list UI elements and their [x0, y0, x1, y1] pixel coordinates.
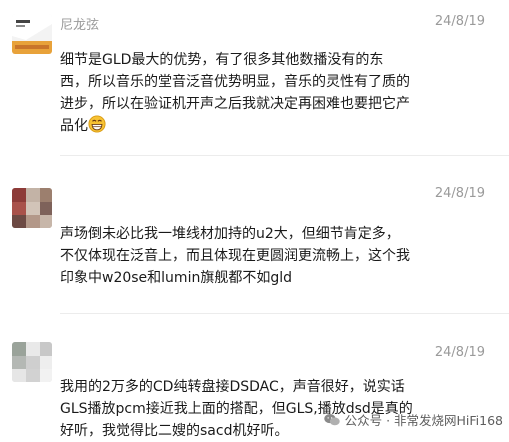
comment-date: 24/8/19: [434, 345, 485, 360]
divider: [60, 313, 509, 314]
comment-line: 进步，所以在验证机开声之后我就决定再困难也要把它产: [60, 96, 410, 112]
comment-date: 24/8/19: [434, 186, 485, 201]
comment-text: 细节是GLD最大的优势，有了很多其他数播没有的东 西，所以音乐的堂音泛音优势明显…: [60, 49, 430, 137]
comment-item: 尼龙弦 24/8/19 细节是GLD最大的优势，有了很多其他数播没有的东 西，所…: [0, 0, 509, 150]
avatar[interactable]: [12, 14, 52, 54]
comment-text: 声场倒未必比我一堆线材加持的u2大，但细节肯定多， 不仅体现在泛音上，而且体现在…: [60, 223, 430, 289]
comment-date: 24/8/19: [434, 14, 485, 29]
divider: [60, 155, 509, 156]
avatar[interactable]: [12, 188, 52, 228]
comment-line: 西，所以音乐的堂音泛音优势明显，音乐的灵性有了质的: [60, 74, 410, 90]
comment-line: 声场倒未必比我一堆线材加持的u2大，但细节肯定多，: [60, 226, 400, 242]
comment-text: 我用的2万多的CD纯转盘接DSDAC，声音很好，说实话 GLS播放pcm接近我上…: [60, 376, 430, 442]
comment-item: 24/8/19 声场倒未必比我一堆线材加持的u2大，但细节肯定多， 不仅体现在泛…: [0, 170, 509, 300]
comment-line: 品化: [60, 115, 430, 137]
commenter-name[interactable]: 尼龙弦: [60, 14, 99, 33]
comment-line: 我用的2万多的CD纯转盘接DSDAC，声音很好，说实话: [60, 379, 405, 395]
avatar[interactable]: [12, 342, 52, 382]
comment-line: 细节是GLD最大的优势，有了很多其他数播没有的东: [60, 52, 384, 68]
comment-line-text: 品化: [60, 118, 88, 134]
grinning-face-icon: [88, 115, 106, 133]
comment-line: 印象中w20se和lumin旗舰都不如gld: [60, 270, 292, 286]
watermark-text: 公众号 · 非常发烧网HiFi168: [344, 413, 503, 428]
comment-line: 不仅体现在泛音上，而且体现在更圆润更流畅上，这个我: [60, 248, 410, 264]
watermark: 公众号 · 非常发烧网HiFi168: [323, 410, 503, 429]
wechat-icon: [323, 413, 340, 425]
